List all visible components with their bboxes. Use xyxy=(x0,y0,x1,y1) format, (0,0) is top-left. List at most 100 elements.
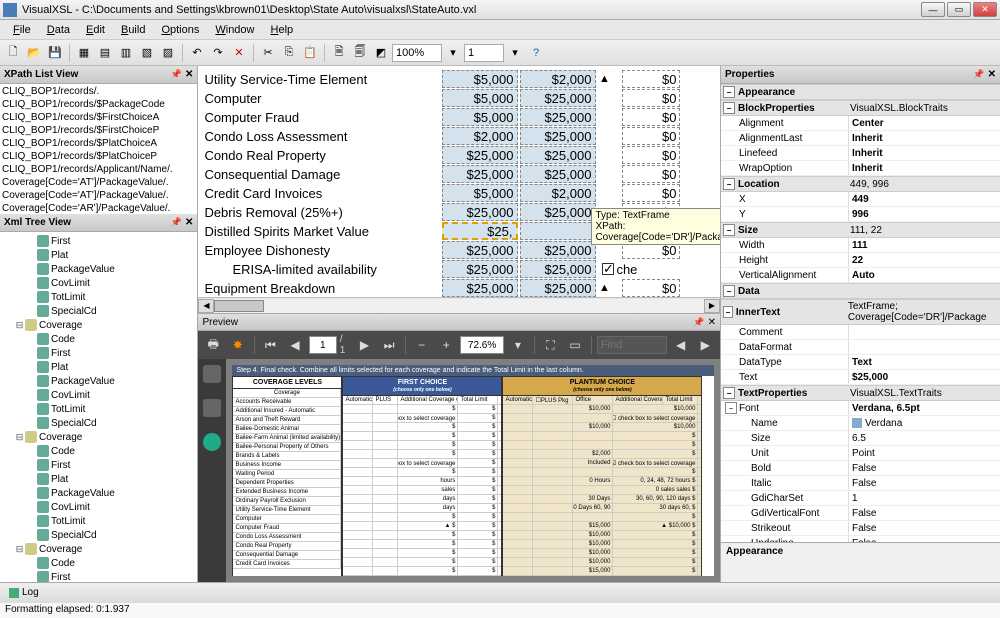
tree-node[interactable]: Code xyxy=(2,444,195,458)
undo-icon[interactable]: ↶ xyxy=(187,43,207,63)
property-category[interactable]: −TextPropertiesVisualXSL.TextTraits xyxy=(721,385,1000,401)
property-value[interactable]: 6.5 xyxy=(849,431,1000,445)
design-surface[interactable]: Utility Service-Time Element$5,000$2,000… xyxy=(198,66,720,297)
close-icon[interactable]: ✕ xyxy=(988,69,996,80)
help-icon[interactable] xyxy=(203,433,221,451)
value-cell[interactable]: $25,000 xyxy=(520,108,596,126)
value-cell[interactable]: $25,000 xyxy=(442,203,518,221)
value-cell[interactable]: $25,000 xyxy=(520,203,596,221)
tree-node[interactable]: CovLimit xyxy=(2,276,195,290)
fit-icon[interactable]: ▭ xyxy=(564,334,586,356)
property-row[interactable]: AlignmentLastInherit xyxy=(721,131,1000,146)
property-row[interactable]: Size6.5 xyxy=(721,431,1000,446)
design-row[interactable]: Equipment Breakdown$25,000$25,000▲$0 xyxy=(200,279,718,297)
property-category[interactable]: −Size111, 22 xyxy=(721,222,1000,238)
value-cell[interactable]: $25,000 xyxy=(520,146,596,164)
xpath-list[interactable]: CLIQ_BOP1/records/.CLIQ_BOP1/records/$Pa… xyxy=(0,84,197,214)
property-row[interactable]: Height22 xyxy=(721,253,1000,268)
design-row[interactable]: ERISA-limited availability$25,000$25,000… xyxy=(200,260,718,279)
scroll-right-icon[interactable]: ▶ xyxy=(704,299,720,313)
tool-icon[interactable]: ▤ xyxy=(95,43,115,63)
tool-icon[interactable]: ▧ xyxy=(137,43,157,63)
xpath-item[interactable]: Coverage[Code='AT']/PackageValue/. xyxy=(1,189,196,202)
value-cell[interactable]: $5,000 xyxy=(442,108,518,126)
properties-grid[interactable]: −Appearance−BlockPropertiesVisualXSL.Blo… xyxy=(721,84,1000,542)
property-value[interactable]: Verdana, 6.5pt xyxy=(849,401,1000,415)
property-row[interactable]: DataFormat xyxy=(721,340,1000,355)
checkbox[interactable]: ✓che xyxy=(602,260,642,278)
property-row[interactable]: GdiCharSet1 xyxy=(721,491,1000,506)
property-row[interactable]: VerticalAlignmentAuto xyxy=(721,268,1000,283)
design-row[interactable]: Utility Service-Time Element$5,000$2,000… xyxy=(200,70,718,89)
tree-node[interactable]: First xyxy=(2,570,195,582)
property-row[interactable]: Text$25,000 xyxy=(721,370,1000,385)
property-row[interactable]: ItalicFalse xyxy=(721,476,1000,491)
close-button[interactable]: ✕ xyxy=(973,2,997,17)
horizontal-scrollbar[interactable]: ◀ ▶ xyxy=(198,297,720,313)
property-category[interactable]: −Appearance xyxy=(721,84,1000,100)
pin-icon[interactable]: 📌 xyxy=(171,217,182,227)
property-value[interactable] xyxy=(849,325,1000,339)
xpath-item[interactable]: CLIQ_BOP1/records/$FirstChoiceA xyxy=(1,111,196,124)
page-input[interactable] xyxy=(309,336,337,354)
xpath-item[interactable]: Coverage[Code='AR']/PackageValue/. xyxy=(1,202,196,214)
value-cell[interactable]: $2,000 xyxy=(442,127,518,145)
find-prev-icon[interactable]: ◀ xyxy=(670,334,692,356)
tree-node[interactable]: CovLimit xyxy=(2,500,195,514)
first-page-icon[interactable]: ⏮ xyxy=(260,334,282,356)
pin-icon[interactable]: 📌 xyxy=(973,69,984,79)
design-row[interactable]: Condo Real Property$25,000$25,000$0 xyxy=(200,146,718,165)
tree-node[interactable]: PackageValue xyxy=(2,262,195,276)
tree-group[interactable]: ⊟Coverage xyxy=(2,318,195,332)
tree-node[interactable]: Plat xyxy=(2,248,195,262)
property-row[interactable]: Width111 xyxy=(721,238,1000,253)
minimize-button[interactable]: — xyxy=(921,2,945,17)
property-row[interactable]: GdiVerticalFontFalse xyxy=(721,506,1000,521)
property-value[interactable]: Inherit xyxy=(849,131,1000,145)
property-value[interactable]: False xyxy=(849,521,1000,535)
preview-viewport[interactable]: Step 4. Final check. Combine all limits … xyxy=(198,359,720,582)
property-value[interactable]: False xyxy=(849,506,1000,520)
value-cell[interactable]: $25,000 xyxy=(442,165,518,183)
property-row[interactable]: Comment xyxy=(721,325,1000,340)
value-cell[interactable]: $2,000 xyxy=(520,184,596,202)
value-cell[interactable]: $25,000 xyxy=(520,279,596,297)
property-value[interactable]: Inherit xyxy=(849,146,1000,160)
zoom-input[interactable] xyxy=(392,44,442,62)
maximize-button[interactable]: ▭ xyxy=(947,2,971,17)
tree-node[interactable]: TotLimit xyxy=(2,514,195,528)
close-icon[interactable]: ✕ xyxy=(185,69,193,80)
design-row[interactable]: Condo Loss Assessment$2,000$25,000$0 xyxy=(200,127,718,146)
page-input[interactable] xyxy=(464,44,504,62)
tree-node[interactable]: PackageValue xyxy=(2,374,195,388)
property-value[interactable]: 996 xyxy=(849,207,1000,221)
property-category[interactable]: −BlockPropertiesVisualXSL.BlockTraits xyxy=(721,100,1000,116)
xpath-item[interactable]: CLIQ_BOP1/records/$FirstChoiceP xyxy=(1,124,196,137)
xml-tree[interactable]: FirstPlatPackageValueCovLimitTotLimitSpe… xyxy=(0,232,197,582)
log-button[interactable]: Log xyxy=(5,586,43,599)
value-cell[interactable]: $0 xyxy=(622,70,680,88)
tree-node[interactable]: Code xyxy=(2,332,195,346)
find-next-icon[interactable]: ▶ xyxy=(694,334,716,356)
tool-icon[interactable]: ▥ xyxy=(116,43,136,63)
property-value[interactable] xyxy=(849,340,1000,354)
value-cell[interactable]: $5,000 xyxy=(442,89,518,107)
prev-page-icon[interactable]: ◀ xyxy=(284,334,306,356)
value-cell[interactable]: $0 xyxy=(622,127,680,145)
xpath-item[interactable]: Coverage[Code='AT']/PackageValue/. xyxy=(1,176,196,189)
property-value[interactable]: Center xyxy=(849,116,1000,130)
zoom-in-icon[interactable]: + xyxy=(435,334,457,356)
property-value[interactable]: Point xyxy=(849,446,1000,460)
property-row[interactable]: X449 xyxy=(721,192,1000,207)
menu-options[interactable]: Options xyxy=(153,22,207,38)
property-value[interactable]: $25,000 xyxy=(849,370,1000,384)
tree-group[interactable]: ⊟Coverage xyxy=(2,430,195,444)
find-input[interactable] xyxy=(597,336,667,354)
tree-node[interactable]: Plat xyxy=(2,472,195,486)
menu-file[interactable]: File xyxy=(5,22,39,38)
property-value[interactable]: Verdana xyxy=(849,416,1000,430)
property-value[interactable]: 449 xyxy=(849,192,1000,206)
menu-window[interactable]: Window xyxy=(207,22,262,38)
tree-node[interactable]: CovLimit xyxy=(2,388,195,402)
xpath-item[interactable]: CLIQ_BOP1/records/$PackageCode xyxy=(1,98,196,111)
